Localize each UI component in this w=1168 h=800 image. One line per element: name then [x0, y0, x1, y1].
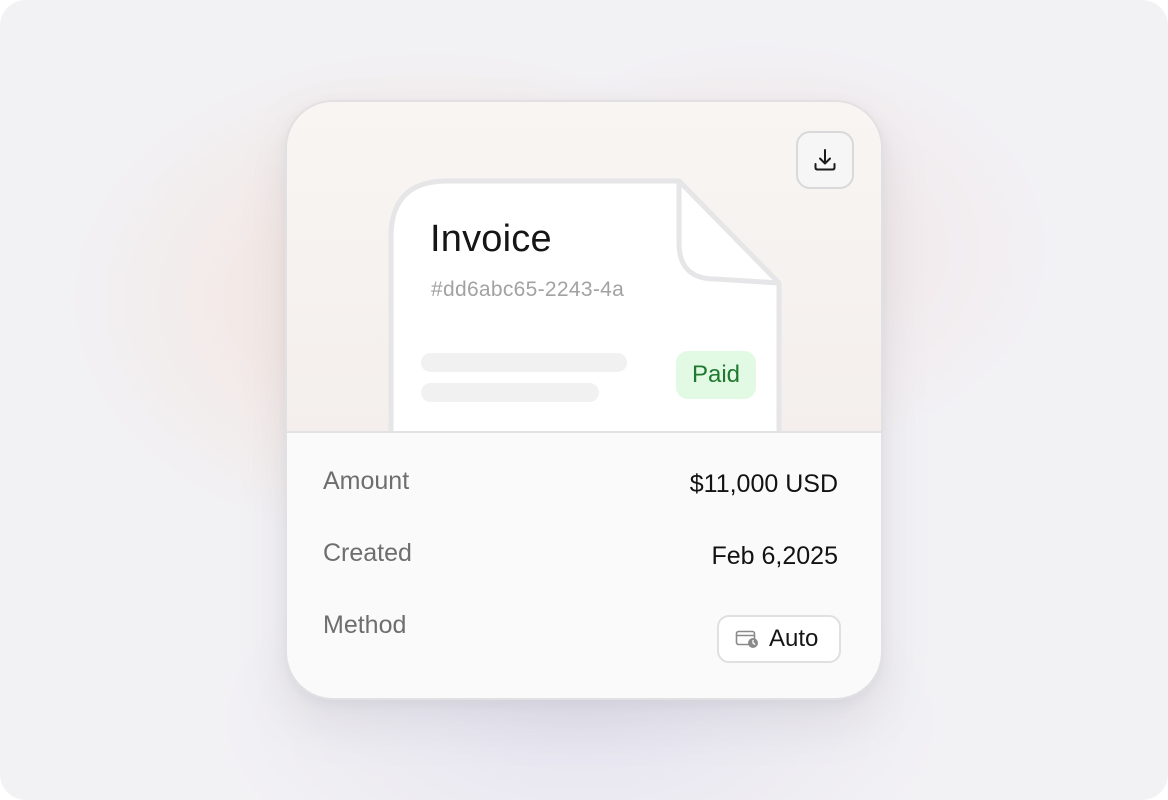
- background-canvas: Invoice #dd6abc65-2243-4a Paid Amount $1…: [0, 0, 1168, 800]
- text-placeholder-bar: [421, 383, 599, 402]
- amount-value: $11,000 USD: [689, 470, 838, 498]
- payment-method-button[interactable]: Auto: [717, 615, 841, 663]
- payment-method-label: Auto: [769, 625, 819, 652]
- created-label: Created: [323, 539, 412, 567]
- text-placeholder-bar: [421, 353, 627, 372]
- invoice-card: Invoice #dd6abc65-2243-4a Paid Amount $1…: [285, 100, 883, 700]
- invoice-id: #dd6abc65-2243-4a: [431, 278, 625, 301]
- method-label: Method: [323, 611, 407, 639]
- invoice-title: Invoice: [430, 218, 552, 260]
- download-button[interactable]: [796, 131, 854, 189]
- card-clock-icon: [735, 630, 758, 648]
- invoice-preview-area: Invoice #dd6abc65-2243-4a Paid: [287, 102, 881, 433]
- amount-label: Amount: [323, 467, 410, 495]
- created-value: Feb 6,2025: [711, 542, 839, 570]
- status-badge: Paid: [676, 351, 756, 399]
- download-icon: [814, 149, 836, 171]
